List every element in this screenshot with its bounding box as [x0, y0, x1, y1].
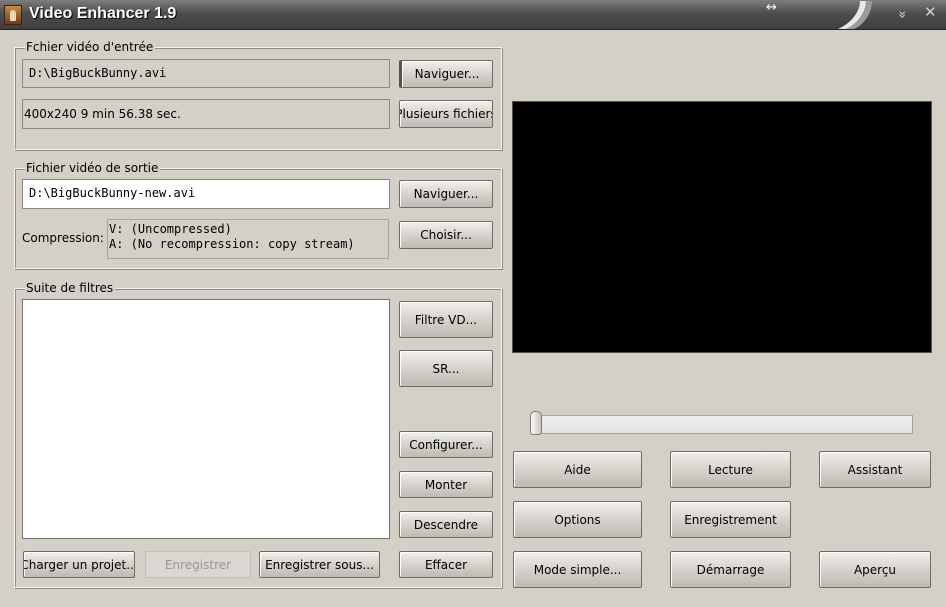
input-path-field[interactable]: D:\BigBuckBunny.avi: [22, 59, 390, 88]
record-button[interactable]: Enregistrement: [670, 501, 791, 538]
move-up-button[interactable]: Monter: [399, 471, 493, 498]
play-button[interactable]: Lecture: [670, 451, 791, 488]
output-browse-button[interactable]: Naviguer...: [399, 180, 493, 208]
filter-list[interactable]: [22, 299, 390, 539]
input-video-legend: Fchier vidéo d'entrée: [25, 39, 156, 55]
multiple-files-button[interactable]: Plusieurs fichiers: [399, 100, 493, 128]
options-button[interactable]: Options: [513, 501, 642, 538]
compression-label: Compression:: [22, 231, 104, 245]
seek-slider-track[interactable]: [536, 415, 913, 434]
filters-legend: Suite de filtres: [25, 280, 116, 296]
window-title: Video Enhancer 1.9: [29, 5, 177, 22]
app-icon[interactable]: [4, 5, 22, 25]
save-project-button[interactable]: Enregistrer: [145, 551, 251, 578]
output-path-input[interactable]: D:\BigBuckBunny-new.avi: [22, 179, 390, 209]
start-button[interactable]: Démarrage: [670, 551, 791, 588]
sr-button[interactable]: SR...: [399, 350, 493, 387]
title-decoration-icon: [838, 1, 872, 29]
save-project-as-button[interactable]: Enregistrer sous...: [259, 551, 380, 578]
wizard-button[interactable]: Assistant: [819, 451, 931, 488]
choose-compression-button[interactable]: Choisir...: [399, 221, 493, 249]
close-icon[interactable]: ✕: [924, 5, 937, 20]
clear-button[interactable]: Effacer: [399, 551, 493, 578]
compression-audio-text: A: (No recompression: copy stream): [109, 237, 355, 251]
vd-filter-button[interactable]: Filtre VD...: [399, 301, 493, 338]
minimize-chevron-icon[interactable]: »: [894, 10, 910, 16]
title-bar[interactable]: Video Enhancer 1.9 ↔ » ✕: [0, 0, 946, 30]
input-browse-button[interactable]: Naviguer...: [399, 60, 493, 88]
seek-slider-handle[interactable]: [530, 411, 542, 435]
input-info-field: 400x240 9 min 56.38 sec.: [22, 99, 390, 129]
output-video-legend: Fichier vidéo de sortie: [25, 160, 161, 176]
simple-mode-button[interactable]: Mode simple...: [513, 551, 642, 588]
load-project-button[interactable]: Charger un projet...: [23, 551, 135, 578]
compression-info: V: (Uncompressed) A: (No recompression: …: [107, 219, 389, 259]
help-button[interactable]: Aide: [513, 451, 642, 488]
preview-button[interactable]: Aperçu: [819, 551, 931, 588]
move-down-button[interactable]: Descendre: [399, 511, 493, 538]
compression-video-text: V: (Uncompressed): [109, 222, 232, 236]
resize-arrows-icon[interactable]: ↔: [766, 1, 777, 15]
configure-button[interactable]: Configurer...: [399, 431, 493, 458]
video-preview[interactable]: [512, 101, 932, 353]
